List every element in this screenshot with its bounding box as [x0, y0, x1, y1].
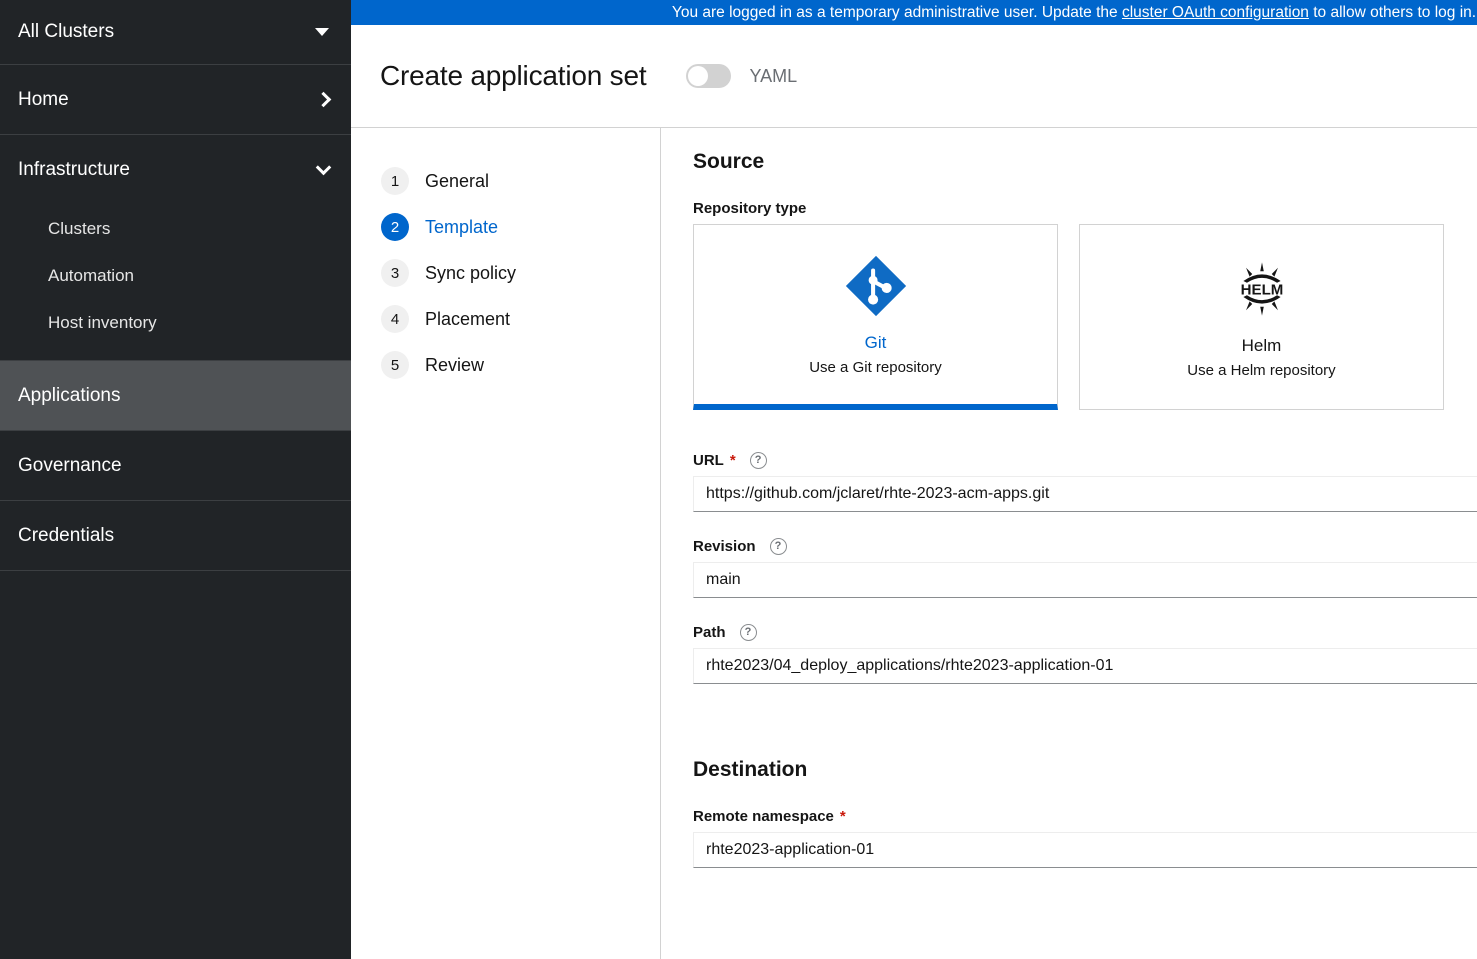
svg-text:HELM: HELM: [1240, 281, 1283, 298]
sidebar-item-applications[interactable]: Applications: [0, 361, 351, 431]
wizard-step-review-label: Review: [425, 354, 485, 375]
application-window: All Clusters Home Infrastructure Cluster…: [0, 0, 1477, 959]
path-label: Path ?: [693, 624, 1477, 641]
caret-down-icon: [315, 28, 329, 36]
banner-text-after: to allow others to log in.: [1308, 3, 1477, 21]
revision-input[interactable]: [693, 562, 1477, 598]
url-input[interactable]: [693, 476, 1477, 512]
sidebar-item-infrastructure-label: Infrastructure: [18, 159, 130, 180]
banner-text-before: You are logged in as a temporary adminis…: [671, 3, 1122, 21]
url-label: URL * ?: [693, 452, 1477, 469]
url-label-text: URL: [693, 452, 724, 469]
revision-label: Revision ?: [693, 538, 1477, 555]
sidebar-item-home[interactable]: Home: [0, 65, 351, 135]
repository-type-label-text: Repository type: [693, 200, 807, 217]
page-title: Create application set: [380, 60, 647, 91]
wizard-step-placement-label: Placement: [425, 308, 511, 329]
wizard-step-general[interactable]: 1 General: [381, 158, 660, 204]
wizard-step-placement[interactable]: 4 Placement: [381, 296, 660, 342]
path-label-text: Path: [693, 624, 726, 641]
repository-type-label: Repository type: [693, 200, 1477, 217]
remote-namespace-field-group: Remote namespace *: [693, 808, 1477, 868]
remote-namespace-label: Remote namespace *: [693, 808, 1477, 825]
wizard-body: 1 General 2 Template 3 Sync policy 4 Pla…: [351, 128, 1477, 959]
yaml-toggle-label: YAML: [749, 65, 798, 86]
sidebar-item-automation-label: Automation: [48, 265, 134, 285]
repository-type-card-git-description: Use a Git repository: [809, 359, 942, 376]
repository-type-card-helm-description: Use a Helm repository: [1187, 361, 1336, 379]
path-input[interactable]: [693, 648, 1477, 684]
sidebar-item-governance-label: Governance: [18, 454, 122, 476]
sidebar-item-applications-label: Applications: [18, 384, 121, 406]
wizard-step-template-number: 2: [381, 213, 409, 241]
sidebar-item-governance[interactable]: Governance: [0, 431, 351, 501]
repository-type-card-helm[interactable]: HELM Helm Use a Helm repository: [1079, 224, 1444, 410]
sidebar-item-credentials[interactable]: Credentials: [0, 501, 351, 571]
remote-namespace-required-indicator: *: [839, 808, 846, 825]
source-section-heading: Source: [693, 150, 765, 173]
helm-icon: HELM: [1231, 256, 1293, 322]
sidebar-item-host-inventory-label: Host inventory: [48, 312, 157, 332]
primary-sidebar: All Clusters Home Infrastructure Cluster…: [0, 0, 351, 959]
wizard-step-review-number: 5: [381, 351, 409, 379]
wizard-step-sync-policy[interactable]: 3 Sync policy: [381, 250, 660, 296]
wizard-step-content: Source Repository type Git Use a Git rep…: [661, 128, 1477, 959]
wizard-step-general-label: General: [425, 170, 490, 191]
sidebar-item-credentials-label: Credentials: [18, 524, 115, 546]
repository-type-card-git[interactable]: Git Use a Git repository: [693, 224, 1058, 410]
cluster-selector-label: All Clusters: [18, 21, 115, 42]
url-required-indicator: *: [729, 452, 736, 469]
chevron-right-icon: [315, 91, 332, 108]
yaml-toggle-knob: [688, 66, 709, 86]
remote-namespace-label-text: Remote namespace: [693, 808, 834, 825]
sidebar-group-infrastructure: Infrastructure Clusters Automation Host …: [0, 135, 351, 361]
wizard-step-template[interactable]: 2 Template: [381, 204, 660, 250]
wizard-step-nav: 1 General 2 Template 3 Sync policy 4 Pla…: [351, 128, 661, 959]
sidebar-item-clusters[interactable]: Clusters: [0, 205, 351, 252]
sidebar-item-host-inventory[interactable]: Host inventory: [0, 299, 351, 346]
remote-namespace-input[interactable]: [693, 832, 1477, 868]
path-field-group: Path ?: [693, 624, 1477, 684]
admin-user-banner: You are logged in as a temporary adminis…: [351, 0, 1477, 25]
revision-label-text: Revision: [693, 538, 756, 555]
yaml-toggle-group: YAML: [686, 64, 797, 88]
wizard-step-template-label: Template: [425, 216, 499, 237]
url-help-icon[interactable]: ?: [749, 452, 767, 469]
revision-help-icon[interactable]: ?: [769, 538, 787, 555]
sidebar-item-automation[interactable]: Automation: [0, 252, 351, 299]
repository-type-cards: Git Use a Git repository HELM Helm Use a…: [693, 224, 1477, 410]
cluster-oauth-configuration-link[interactable]: cluster OAuth configuration: [1122, 4, 1309, 21]
destination-section-heading: Destination: [693, 758, 808, 781]
revision-field-group: Revision ?: [693, 538, 1477, 598]
main-content: Create application set YAML 1 General 2 …: [351, 25, 1477, 959]
sidebar-item-infrastructure[interactable]: Infrastructure: [0, 135, 351, 205]
path-help-icon[interactable]: ?: [739, 624, 757, 641]
yaml-toggle[interactable]: [686, 64, 732, 88]
wizard-step-general-number: 1: [381, 167, 409, 195]
sidebar-item-clusters-label: Clusters: [48, 218, 111, 238]
chevron-down-icon: [315, 159, 332, 176]
repository-type-card-helm-title: Helm: [1241, 335, 1282, 355]
wizard-step-sync-policy-label: Sync policy: [425, 262, 517, 283]
wizard-step-sync-policy-number: 3: [381, 259, 409, 287]
url-field-group: URL * ?: [693, 452, 1477, 512]
repository-type-card-git-title: Git: [864, 333, 887, 352]
sidebar-item-home-label: Home: [18, 88, 69, 110]
wizard-step-review[interactable]: 5 Review: [381, 342, 660, 388]
cluster-selector[interactable]: All Clusters: [0, 0, 351, 65]
wizard-step-placement-number: 4: [381, 305, 409, 333]
page-header: Create application set YAML: [351, 25, 1477, 128]
git-icon: [845, 253, 907, 319]
